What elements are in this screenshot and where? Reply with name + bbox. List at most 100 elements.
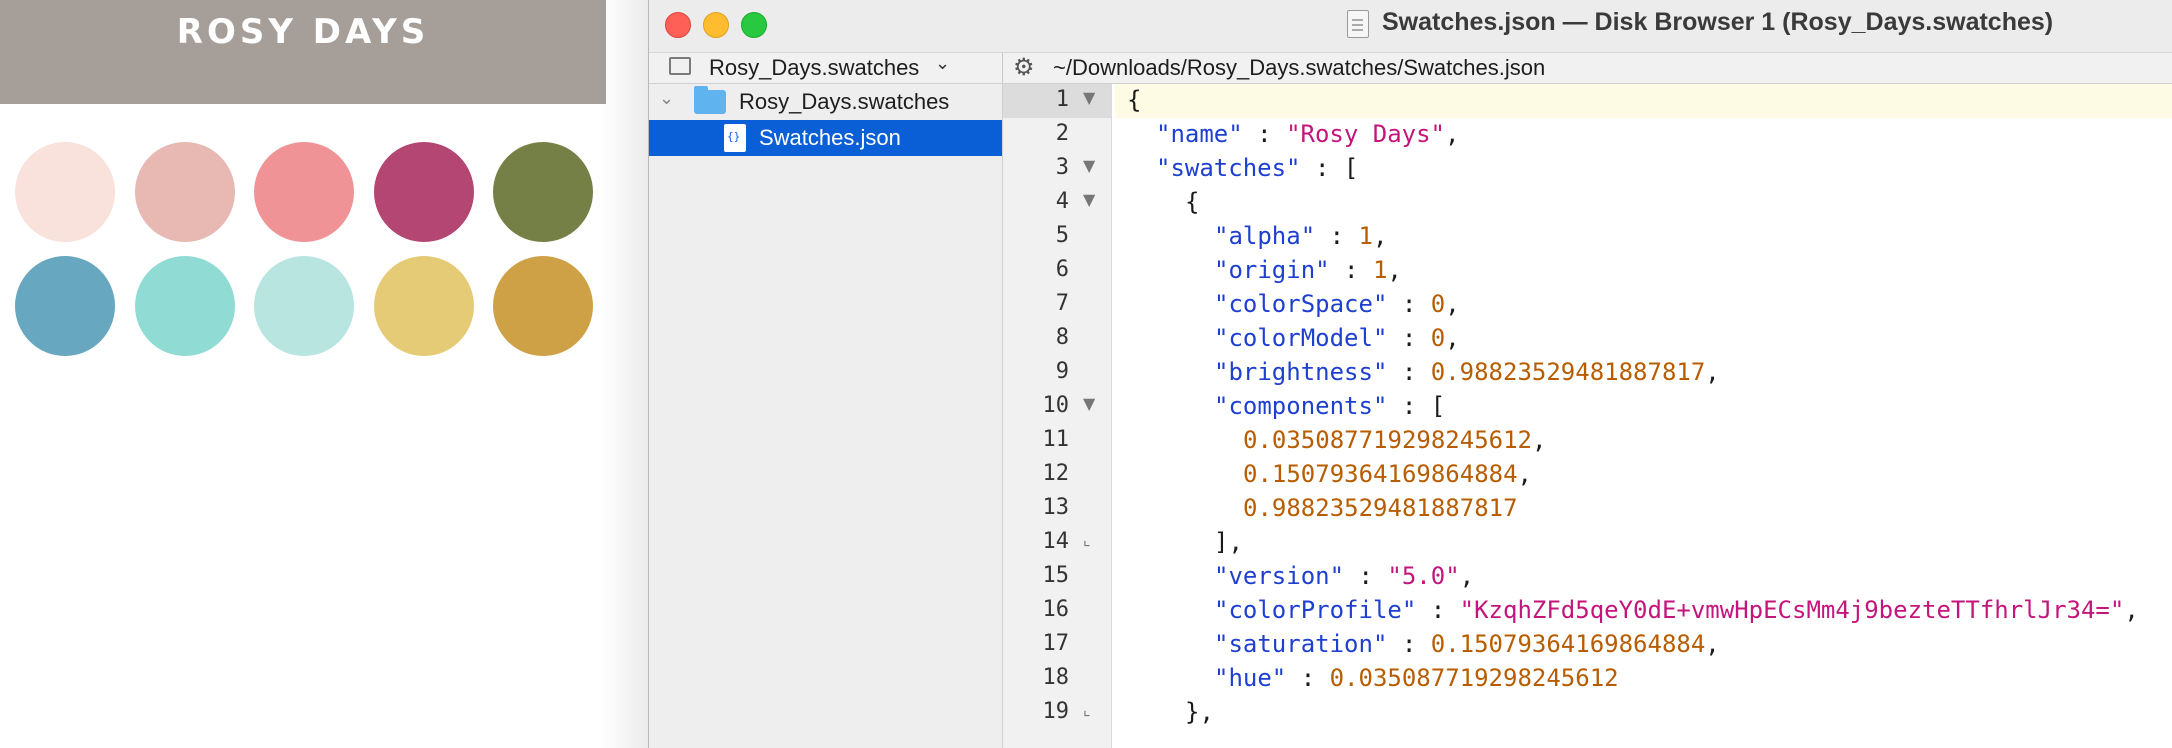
json-number: 0.035087719298245612 xyxy=(1243,426,1532,454)
json-number: 0 xyxy=(1430,324,1446,352)
zoom-button[interactable] xyxy=(741,12,767,38)
code-line[interactable]: 14 ⌞], xyxy=(1003,526,2172,560)
window-shadow xyxy=(600,0,648,748)
json-number: 0.98823529481887817 xyxy=(1243,494,1518,522)
code-token: { xyxy=(1185,188,1200,216)
line-number: 11 xyxy=(1042,427,1070,452)
code-token: : xyxy=(1344,562,1388,590)
close-button[interactable] xyxy=(665,12,691,38)
toolbar: Rosy_Days.swatches ⌄ ⚙ ~/Downloads/Rosy_… xyxy=(649,53,2172,84)
line-number: 1 xyxy=(1055,87,1069,112)
blue-folder-icon xyxy=(694,86,726,114)
code-line[interactable]: 3 ▼ "swatches" : [ xyxy=(1003,152,2172,186)
line-number: 7 xyxy=(1055,291,1069,316)
code-text: 0.15079364169864884, xyxy=(1243,460,1532,488)
code-token: { xyxy=(1127,86,1142,114)
titlebar[interactable]: Swatches.json — Disk Browser 1 (Rosy_Day… xyxy=(649,0,2172,53)
code-token: ], xyxy=(1214,528,1243,556)
code-text: "name" : "Rosy Days", xyxy=(1156,120,1459,148)
palette-preview: ROSY DAYS xyxy=(0,0,648,748)
code-text: "hue" : 0.035087719298245612 xyxy=(1214,664,1619,692)
json-string: "5.0" xyxy=(1387,562,1460,590)
code-token: , xyxy=(1372,222,1388,250)
line-number: 15 xyxy=(1042,563,1070,588)
code-text: "brightness" : 0.98823529481887817, xyxy=(1214,358,1720,386)
code-token: [ xyxy=(1430,392,1446,420)
fold-triangle-icon[interactable]: ▼ xyxy=(1083,394,1095,413)
code-token: }, xyxy=(1185,698,1214,726)
code-line[interactable]: 2 "name" : "Rosy Days", xyxy=(1003,118,2172,152)
code-line[interactable]: 10 ▼ "components" : [ xyxy=(1003,390,2172,424)
code-line[interactable]: 12 0.15079364169864884, xyxy=(1003,458,2172,492)
fold-triangle-icon[interactable]: ▼ xyxy=(1083,88,1095,107)
line-number: 3 xyxy=(1055,155,1069,180)
code-line[interactable]: 8 "colorModel" : 0, xyxy=(1003,322,2172,356)
palette-title: ROSY DAYS xyxy=(176,12,430,52)
folder-popup-button[interactable]: Rosy_Days.swatches xyxy=(709,55,919,81)
code-token: , xyxy=(1445,290,1460,318)
line-number: 14 xyxy=(1042,529,1070,554)
code-token: : xyxy=(1387,290,1431,318)
color-swatch xyxy=(134,142,235,242)
code-token: , xyxy=(1517,460,1532,488)
code-line[interactable]: 16 "colorProfile" : "KzqhZFd5qeY0dE+vmwHp… xyxy=(1003,594,2172,628)
code-line[interactable]: 6 "origin" : 1, xyxy=(1003,254,2172,288)
json-key: "saturation" xyxy=(1214,630,1388,658)
window-title: Swatches.json — Disk Browser 1 (Rosy_Day… xyxy=(1382,8,2054,36)
json-key: "alpha" xyxy=(1214,222,1316,250)
json-key: "components" xyxy=(1214,392,1388,420)
fold-end-icon[interactable]: ⌞ xyxy=(1083,700,1091,719)
fold-triangle-icon[interactable]: ▼ xyxy=(1083,190,1095,209)
sidebar-item-folder[interactable]: ⌄ Rosy_Days.swatches xyxy=(649,84,1002,120)
code-line[interactable]: 13 0.98823529481887817 xyxy=(1003,492,2172,526)
code-text: "version" : "5.0", xyxy=(1214,562,1474,590)
json-key: "colorSpace" xyxy=(1214,290,1388,318)
code-line[interactable]: 9 "brightness" : 0.98823529481887817, xyxy=(1003,356,2172,390)
chevron-down-icon[interactable]: ⌄ xyxy=(935,53,950,74)
json-string: "KzqhZFd5qeY0dE+vmwHpECsMm4j9bezteTTfhrl… xyxy=(1459,596,2125,624)
json-key: "colorModel" xyxy=(1214,324,1388,352)
code-line[interactable]: 1 ▼ { xyxy=(1003,84,2172,118)
code-line[interactable]: 17 "saturation" : 0.15079364169864884, xyxy=(1003,628,2172,662)
code-token: : xyxy=(1387,324,1431,352)
code-line[interactable]: 5 "alpha" : 1, xyxy=(1003,220,2172,254)
code-token: : xyxy=(1387,630,1431,658)
code-text: "swatches" : [ xyxy=(1156,154,1358,182)
code-editor[interactable]: 1 ▼ {2 "name" : "Rosy Days", 3 ▼ "swatches" : … xyxy=(1003,84,2172,748)
code-token: [ xyxy=(1343,154,1359,182)
code-line[interactable]: 19 ⌞}, xyxy=(1003,696,2172,730)
code-text: { xyxy=(1185,188,1199,216)
code-line[interactable]: 4 ▼ { xyxy=(1003,186,2172,220)
code-token: , xyxy=(1387,256,1402,284)
line-number: 17 xyxy=(1042,631,1070,656)
code-line[interactable]: 15 "version" : "5.0", xyxy=(1003,560,2172,594)
code-line[interactable]: 18 "hue" : 0.035087719298245612 xyxy=(1003,662,2172,696)
sidebar-item-file[interactable]: {} Swatches.json xyxy=(649,120,1002,156)
line-number: 2 xyxy=(1055,121,1069,146)
sidebar-item-label: Rosy_Days.swatches xyxy=(739,89,950,114)
code-text: ], xyxy=(1214,528,1243,556)
code-text: "components" : [ xyxy=(1214,392,1445,420)
code-token: , xyxy=(1459,562,1475,590)
line-number: 6 xyxy=(1055,257,1069,282)
disclosure-open-icon[interactable]: ⌄ xyxy=(659,88,674,109)
code-line[interactable]: 11 0.035087719298245612, xyxy=(1003,424,2172,458)
line-number: 19 xyxy=(1042,699,1070,724)
line-number: 12 xyxy=(1042,461,1070,486)
gear-icon[interactable]: ⚙ xyxy=(1013,53,1035,81)
code-text: "alpha" : 1, xyxy=(1214,222,1387,250)
color-swatch xyxy=(15,142,115,242)
code-line[interactable]: 7 "colorSpace" : 0, xyxy=(1003,288,2172,322)
color-swatch xyxy=(373,256,474,356)
minimize-button[interactable] xyxy=(703,12,729,38)
code-text: "colorProfile" : "KzqhZFd5qeY0dE+vmwHpEC… xyxy=(1214,596,2139,624)
line-number: 18 xyxy=(1042,665,1070,690)
sidebar-item-label: Swatches.json xyxy=(759,125,901,150)
fold-triangle-icon[interactable]: ▼ xyxy=(1083,156,1095,175)
json-key: "version" xyxy=(1214,562,1345,590)
json-key: "swatches" xyxy=(1156,154,1301,182)
json-number: 0.98823529481887817 xyxy=(1430,358,1706,386)
document-icon xyxy=(1347,10,1369,38)
fold-end-icon[interactable]: ⌞ xyxy=(1083,530,1091,549)
code-text: "saturation" : 0.15079364169864884, xyxy=(1214,630,1720,658)
